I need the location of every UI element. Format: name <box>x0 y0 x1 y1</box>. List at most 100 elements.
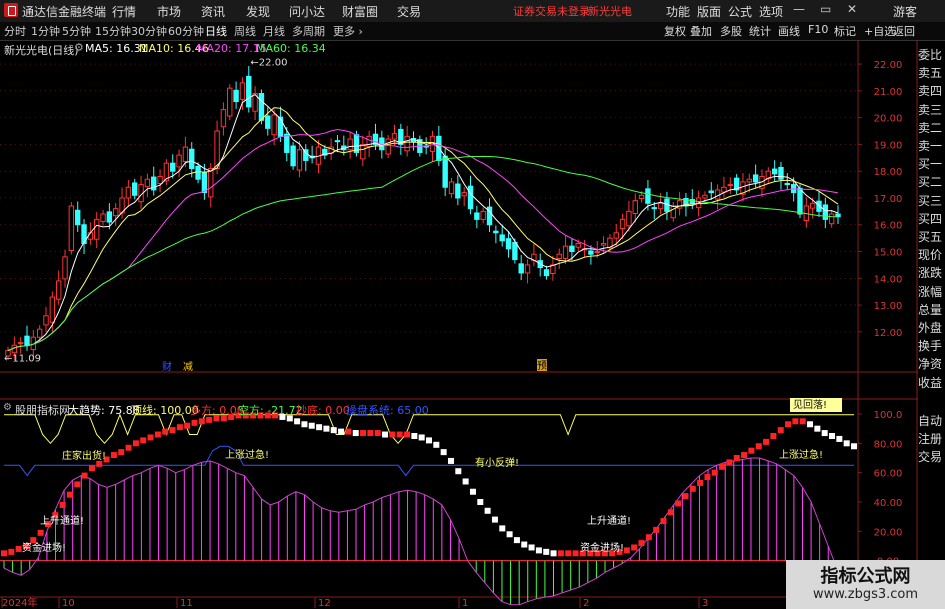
restore-icon[interactable]: ▭ <box>820 2 831 16</box>
trend-block <box>184 422 191 429</box>
candle <box>594 251 600 254</box>
candle <box>835 213 841 218</box>
candle <box>385 138 391 155</box>
app-title: 通达信金融终端 <box>22 5 107 19</box>
tab-period-2[interactable]: 5分钟 <box>62 23 91 39</box>
quote-field-12: 涨跌 <box>918 266 943 281</box>
settings-icon[interactable]: ⚙ <box>74 41 84 54</box>
close-icon[interactable]: ✕ <box>847 2 857 16</box>
menu-ask[interactable]: 问小达 <box>289 3 325 20</box>
candle <box>822 204 829 220</box>
trend-block <box>440 449 447 456</box>
app-logo-icon <box>4 3 18 17</box>
y-tick-label: 21.00 <box>874 87 903 98</box>
toolbar-button-3[interactable]: 统计 <box>749 23 771 39</box>
ind-tick-label: 100.0 <box>874 410 903 421</box>
trend-block <box>360 430 367 437</box>
indicator-annotation: 上升通道! <box>40 514 84 527</box>
trend-block <box>675 500 682 507</box>
event-marker: 财 <box>162 360 172 373</box>
tab-period-9[interactable]: 多周期 <box>292 23 325 39</box>
x-tick-label: 2 <box>583 598 589 609</box>
kline-chart[interactable]: 22.00 21.00 20.00 19.00 18.00 17.00 16.00 15.00… <box>0 40 945 609</box>
side-button-0[interactable]: 自动 <box>918 412 945 429</box>
menu-hq[interactable]: 行情 <box>112 3 136 20</box>
trend-block <box>763 438 770 445</box>
indicator-annotation: 上升通道! <box>587 514 631 527</box>
candle <box>499 234 505 242</box>
tab-period-1[interactable]: 1分钟 <box>31 23 60 39</box>
trend-block <box>535 547 542 554</box>
x-tick-label: 10 <box>62 598 75 609</box>
event-marker: 预 <box>537 360 547 372</box>
trend-block <box>741 452 748 459</box>
candle <box>246 75 252 108</box>
toolbar-button-2[interactable]: 多股 <box>720 23 742 39</box>
candle <box>214 130 220 170</box>
candle <box>68 205 75 251</box>
tab-period-10[interactable]: 更多 › <box>333 23 363 39</box>
minimize-icon[interactable]: — <box>793 2 805 16</box>
menu-options[interactable]: 选项 <box>759 3 783 20</box>
menu-market[interactable]: 市场 <box>157 3 181 20</box>
candle <box>632 200 638 214</box>
side-button-1[interactable]: 注册 <box>918 430 945 447</box>
indicator-annotation: 资金进场! <box>22 541 66 554</box>
toolbar-button-7[interactable]: +自选 <box>864 23 895 39</box>
menu-formula[interactable]: 公式 <box>728 3 752 20</box>
trend-block <box>821 430 828 437</box>
candle <box>600 242 607 246</box>
trend-block <box>843 440 850 447</box>
trend-block <box>345 428 352 435</box>
trend-block <box>755 443 762 450</box>
toolbar-button-8[interactable]: 返回 <box>893 23 915 39</box>
menu-wealth[interactable]: 财富圈 <box>342 3 378 20</box>
y-tick-label: 14.00 <box>874 274 903 285</box>
trend-block <box>799 418 806 425</box>
guest-label[interactable]: 游客 <box>893 3 917 20</box>
tab-period-5[interactable]: 60分钟 <box>168 23 204 39</box>
tab-period-3[interactable]: 15分钟 <box>95 23 131 39</box>
toolbar-button-0[interactable]: 复权 <box>664 23 686 39</box>
trend-block <box>543 548 550 555</box>
tab-period-6[interactable]: 日线 <box>205 23 227 39</box>
candle <box>493 230 499 234</box>
indicator-annotation: 资金进场! <box>580 541 624 554</box>
candle <box>752 174 759 183</box>
candle <box>562 245 569 259</box>
trend-block <box>572 550 579 557</box>
trend-block <box>301 421 308 428</box>
trend-block <box>477 499 484 505</box>
toolbar-button-4[interactable]: 画线 <box>778 23 800 39</box>
trend-block <box>455 468 462 475</box>
menu-layout[interactable]: 版面 <box>697 3 721 20</box>
trend-block <box>198 418 205 425</box>
menu-discover[interactable]: 发现 <box>246 3 270 20</box>
tab-period-8[interactable]: 月线 <box>263 23 285 39</box>
toolbar-button-1[interactable]: 叠加 <box>690 23 712 39</box>
candle <box>334 140 341 143</box>
side-button-2[interactable]: 交易 <box>918 448 945 465</box>
tab-period-4[interactable]: 30分钟 <box>131 23 167 39</box>
trend-block <box>697 479 704 486</box>
trend-block <box>389 431 396 438</box>
quote-field-14: 总量 <box>918 302 943 317</box>
trend-block <box>396 431 403 438</box>
trend-block <box>711 469 718 476</box>
menu-news[interactable]: 资讯 <box>201 3 225 20</box>
toolbar-button-6[interactable]: 标记 <box>834 23 856 39</box>
trend-block <box>469 488 476 495</box>
toolbar-button-5[interactable]: F10 <box>808 23 828 36</box>
trade-login-warning[interactable]: 证券交易未登录 <box>513 3 590 19</box>
candle <box>277 116 284 137</box>
candle <box>182 146 189 163</box>
candle <box>195 165 201 180</box>
tab-period-0[interactable]: 分时 <box>4 23 26 39</box>
candle <box>94 218 100 240</box>
candle <box>638 194 645 200</box>
menu-trade[interactable]: 交易 <box>397 3 421 20</box>
menu-function[interactable]: 功能 <box>666 3 690 20</box>
indicator-settings-icon[interactable]: ⚙ <box>3 402 12 413</box>
tab-period-7[interactable]: 周线 <box>234 23 256 39</box>
indicator-annotation: 庄家出货! <box>62 449 106 462</box>
